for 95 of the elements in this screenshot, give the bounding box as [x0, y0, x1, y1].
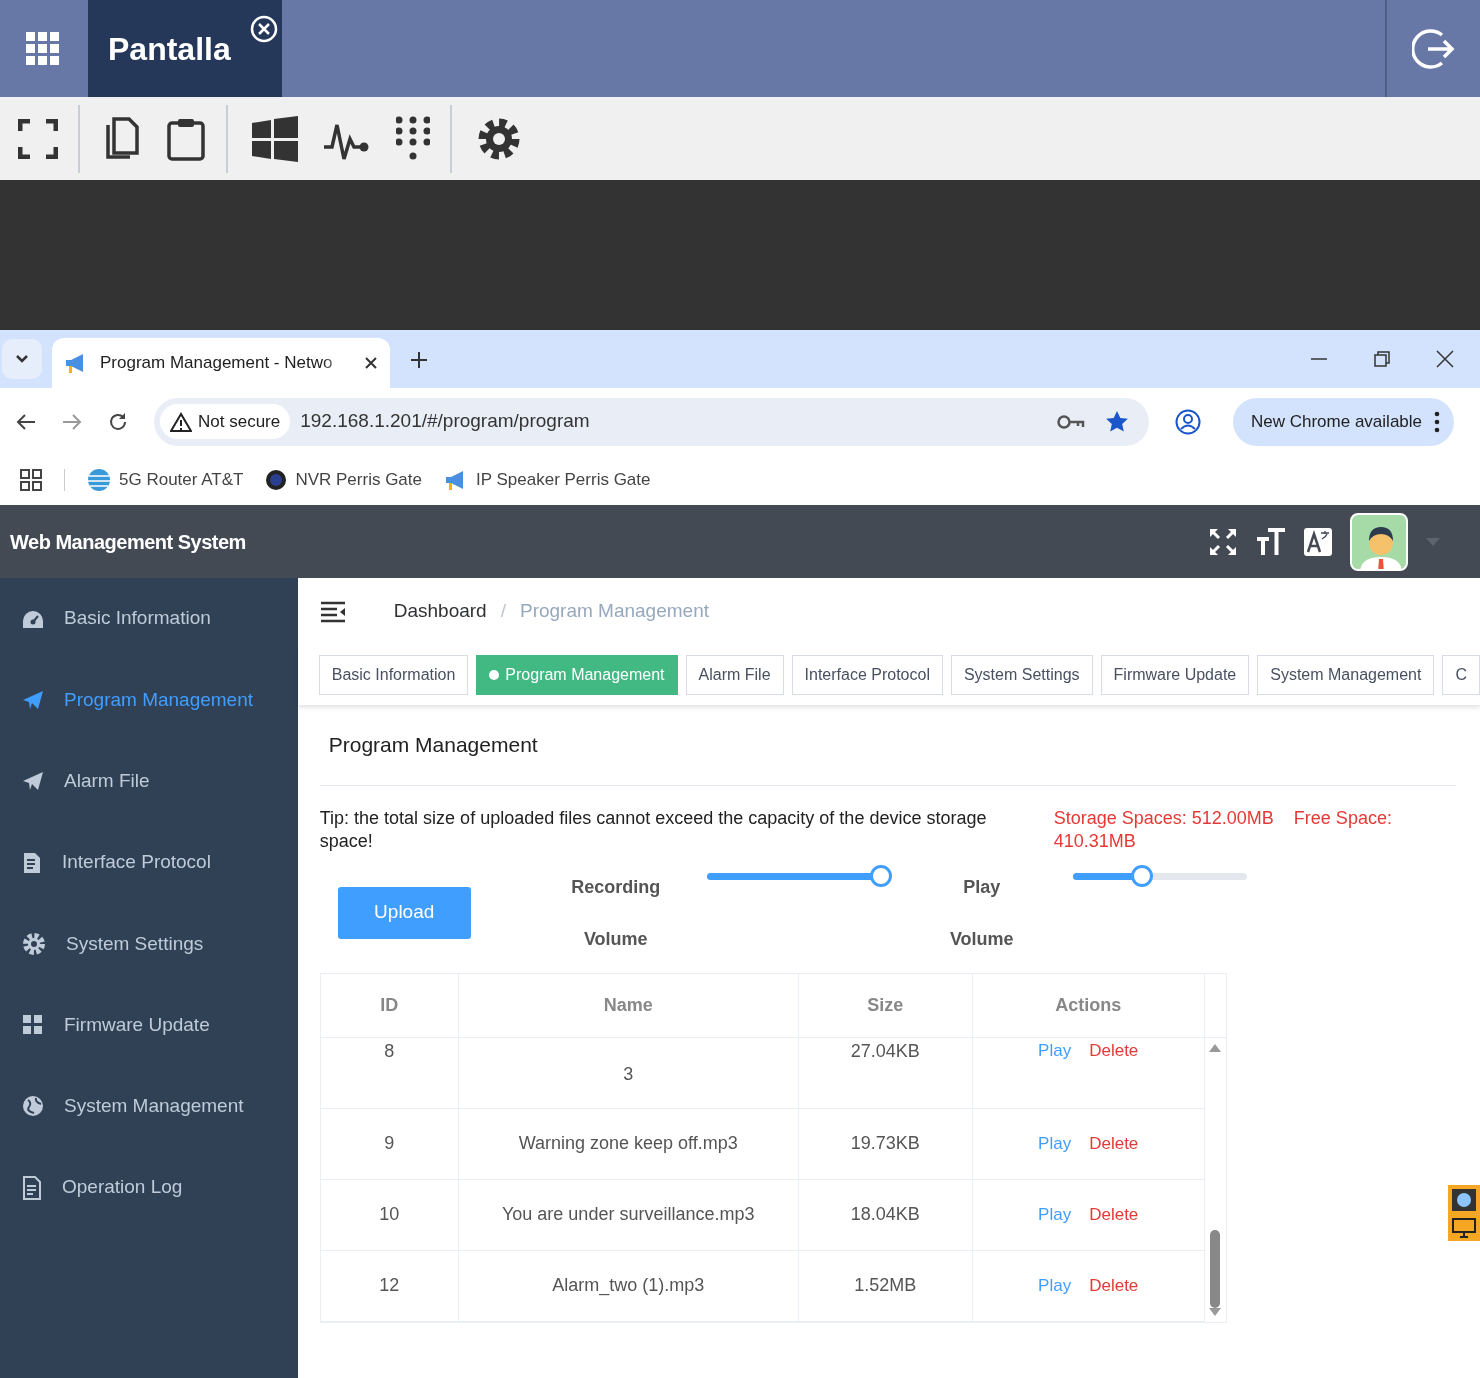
scrollbar-thumb[interactable]	[1210, 1229, 1221, 1308]
sidebar-item[interactable]: Interface Protocol	[0, 821, 298, 904]
camera-lens-icon	[265, 469, 288, 491]
delete-link[interactable]: Delete	[1089, 1130, 1139, 1157]
translate-icon[interactable]	[1304, 527, 1332, 556]
url-text: 192.168.1.201/#/program/program	[300, 409, 590, 434]
apps-icon[interactable]	[20, 469, 42, 491]
session-tab[interactable]: Pantalla	[88, 0, 282, 97]
star-icon[interactable]	[1105, 409, 1129, 434]
scroll-up-icon[interactable]	[1209, 1043, 1222, 1052]
fullscreen-icon[interactable]	[18, 118, 58, 159]
column-header: ID	[320, 973, 459, 1037]
page-tab[interactable]: C	[1442, 655, 1480, 695]
monitor-icon[interactable]	[1452, 1217, 1476, 1238]
paper-plane-icon	[22, 689, 44, 710]
copy-icon[interactable]	[104, 116, 140, 161]
expand-icon[interactable]	[1208, 526, 1238, 557]
column-header: Size	[798, 973, 973, 1037]
globe-icon	[87, 468, 111, 492]
restore-icon[interactable]	[1373, 350, 1391, 368]
tab-title: Program Management - Netwo	[100, 352, 334, 375]
sidebar-item[interactable]: Firmware Update	[0, 984, 298, 1066]
delete-link[interactable]: Delete	[1089, 1272, 1139, 1299]
keypad-icon[interactable]	[396, 115, 430, 162]
new-tab-icon[interactable]	[410, 350, 428, 369]
page-tab[interactable]: System Settings	[950, 655, 1093, 695]
tip-text: Tip: the total size of uploaded files cannot exceed the capacity of the device storage space!	[319, 806, 988, 853]
table-cell-text: 10	[379, 1203, 400, 1226]
page-tab[interactable]: System Management	[1257, 655, 1435, 695]
browser-tab[interactable]: Program Management - Netwo	[52, 338, 390, 388]
slider-thumb[interactable]	[869, 864, 892, 887]
table-cell-text: You are under surveillance.mp3	[501, 1203, 755, 1226]
page-tab[interactable]: Interface Protocol	[791, 655, 943, 695]
sidebar-item[interactable]: Program Management	[0, 659, 298, 741]
table-cell-text: 3	[623, 1062, 634, 1086]
key-icon[interactable]	[1057, 413, 1085, 430]
close-icon[interactable]	[364, 356, 378, 370]
slider-label: Recording Volume	[570, 875, 662, 951]
bookmark[interactable]: 5G Router AT&T	[87, 467, 244, 493]
sidebar-item[interactable]: Basic Information	[0, 578, 298, 660]
reload-icon[interactable]	[108, 411, 128, 432]
slider-thumb[interactable]	[1131, 864, 1154, 887]
page-tab[interactable]: Alarm File	[685, 655, 784, 695]
table-cell-text: 18.04KB	[850, 1203, 920, 1226]
sidebar-item[interactable]: Operation Log	[0, 1147, 298, 1229]
close-icon[interactable]	[1436, 350, 1454, 368]
warning-icon	[170, 411, 192, 432]
storage-info-text: Storage Spaces: 512.00MB Free Space: 410.31MB	[1053, 806, 1393, 853]
bookmark[interactable]: NVR Perris Gate	[265, 467, 422, 493]
app-title: Web Management System	[10, 529, 246, 555]
windows-logo-icon[interactable]	[252, 115, 298, 162]
floating-widget[interactable]	[1448, 1185, 1480, 1241]
forward-icon[interactable]	[62, 412, 82, 431]
table-cell-text: 1.52MB	[854, 1274, 917, 1297]
card-title: Program Management	[319, 705, 1456, 786]
document-icon	[22, 1175, 42, 1200]
breadcrumb-separator: /	[500, 599, 506, 624]
table-cell-text: Warning zone keep off.mp3	[518, 1132, 738, 1155]
apps-grid-icon[interactable]	[26, 31, 60, 66]
text-size-icon[interactable]	[1256, 527, 1286, 556]
gauge-icon	[22, 609, 44, 628]
table-cell-text: 27.04KB	[850, 1039, 920, 1063]
table-cell-text: 12	[379, 1274, 400, 1297]
logout-icon[interactable]	[1411, 26, 1456, 71]
breadcrumb-item: Program Management	[519, 599, 709, 624]
menu-collapse-icon[interactable]	[319, 600, 346, 623]
table-cell-text: 8	[384, 1039, 395, 1063]
slider-label: Play Volume	[948, 875, 1015, 951]
delete-link[interactable]: Delete	[1089, 1037, 1139, 1063]
paper-plane-icon	[22, 771, 44, 792]
more-icon	[1434, 410, 1441, 433]
update-button[interactable]: New Chrome available	[1233, 397, 1455, 446]
delete-link[interactable]: Delete	[1089, 1201, 1139, 1228]
bookmark[interactable]: IP Speaker Perris Gate	[444, 467, 651, 493]
clipboard-icon[interactable]	[166, 116, 206, 161]
column-header: Name	[458, 973, 799, 1037]
page-tab[interactable]: Firmware Update	[1100, 655, 1250, 695]
tiles-icon	[22, 1014, 44, 1037]
page-tab[interactable]: Basic Information	[318, 655, 469, 695]
table-cell-text: Alarm_two (1).mp3	[552, 1274, 705, 1298]
sidebar-item[interactable]: Alarm File	[0, 740, 298, 822]
document-icon	[22, 851, 42, 874]
sidebar-item[interactable]: System Settings	[0, 903, 298, 985]
security-chip[interactable]: Not secure	[160, 403, 291, 440]
address-bar[interactable]: Not secure 192.168.1.201/#/program/program	[154, 397, 1149, 446]
profile-icon[interactable]	[1175, 408, 1201, 435]
back-icon[interactable]	[16, 412, 36, 431]
table-cell-text: 19.73KB	[850, 1132, 920, 1155]
table-cell-text: 9	[384, 1132, 395, 1155]
column-header: Actions	[972, 973, 1205, 1037]
avatar[interactable]	[1350, 512, 1408, 571]
sidebar-item[interactable]: System Management	[0, 1065, 298, 1148]
globe-icon	[22, 1095, 44, 1118]
chevron-down-icon	[15, 354, 29, 364]
breadcrumb-item[interactable]: Dashboard	[393, 597, 487, 626]
